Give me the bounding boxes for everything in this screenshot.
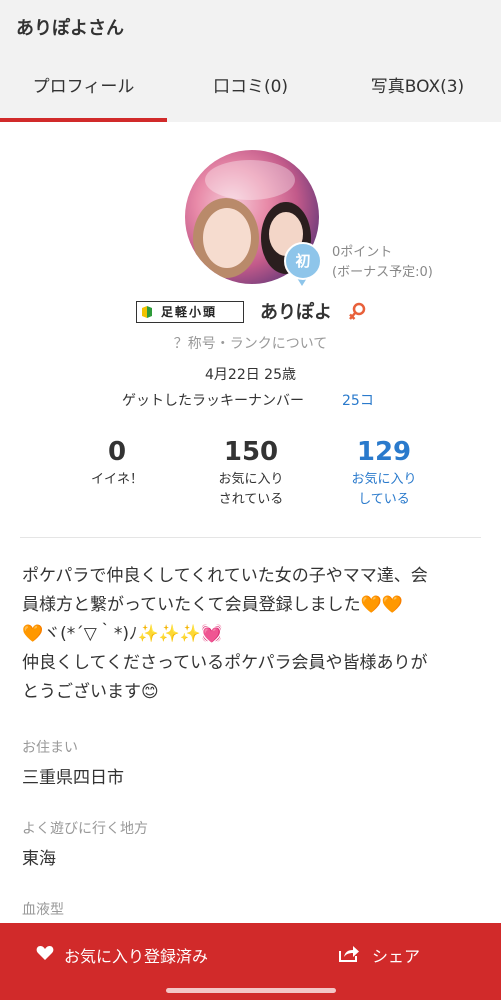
bonus-points: (ボーナス予定:0) [332,265,433,280]
heart-icon [36,946,54,960]
likes-label: イイネ！ [90,472,143,487]
stat-favorited-by: 150 お気に入り されている [191,436,311,510]
bio-text: ポケパラで仲良くしてくれていた女の子やママ達、会 員様方と繋がっていたくて会員登… [22,562,480,707]
favorite-button[interactable]: お気に入り登録済み [0,923,250,983]
page-title: ありぽよさん [16,18,124,39]
points-value: 0ポイント [332,245,393,260]
favorites-count[interactable]: 129 [324,436,444,468]
tab-reviews[interactable]: 口コミ(0) [167,56,334,122]
username: ありぽよ [260,302,332,323]
bottom-action-bar: お気に入り登録済み シェア [0,923,501,1000]
title-badge-label: 足軽小頭 [161,305,218,319]
blood-type-label: 血液型 [22,902,64,918]
beginner-mark-icon [142,306,152,318]
share-button[interactable]: シェア [250,923,501,983]
area-label: よく遊びに行く地方 [22,821,148,837]
favorited-by-label-2: されている [218,492,284,507]
bio-line: 員様方と繋がっていたくて会員登録しました🧡🧡 [22,595,403,615]
residence-label: お住まい [22,740,78,756]
bio-line: ポケパラで仲良くしてくれていた女の子やママ達、会 [22,566,428,586]
favorited-by-label-1: お気に入り [218,472,284,487]
bio-line: 仲良くしてくださっているポケパラ会員や皆様ありが [22,653,428,673]
favorites-label-1[interactable]: お気に入り [324,470,444,490]
stat-likes: 0 イイネ！ [57,436,177,490]
tab-bar: プロフィール 口コミ(0) 写真BOX(3) [0,56,501,122]
stat-favorites[interactable]: 129 お気に入り している [324,436,444,510]
residence-value: 三重県四日市 [22,768,124,788]
tab-photo-box[interactable]: 写真BOX(3) [334,56,501,122]
likes-count: 0 [107,437,127,467]
divider [20,537,481,538]
lucky-number-label: ゲットしたラッキーナンバー [122,393,304,409]
home-indicator [166,988,336,993]
rank-badge-label: 初 [284,242,322,280]
tab-profile[interactable]: プロフィール [0,56,167,122]
points-info: 0ポイント (ボーナス予定:0) [332,243,433,283]
rank-info-link[interactable]: ？称号・ランクについて [0,333,501,353]
area-value: 東海 [22,849,56,869]
favorited-by-count: 150 [223,437,279,467]
rank-badge: 初 [284,242,322,290]
top-bar: ありぽよさん [0,0,501,56]
bio-line: 🧡ヾ(*´▽｀*)ﾉ✨✨✨💓 [22,624,223,644]
share-icon [339,946,359,962]
title-badge: 足軽小頭 [136,301,244,323]
favorites-label-2[interactable]: している [324,490,444,510]
birthday-age: 4月22日 25歳 [205,367,296,383]
bio-line: とうございます😊 [22,682,159,702]
female-icon [349,302,366,320]
favorite-button-label: お気に入り登録済み [64,947,209,966]
share-button-label: シェア [372,947,421,966]
lucky-number-value[interactable]: 25コ [342,390,374,410]
